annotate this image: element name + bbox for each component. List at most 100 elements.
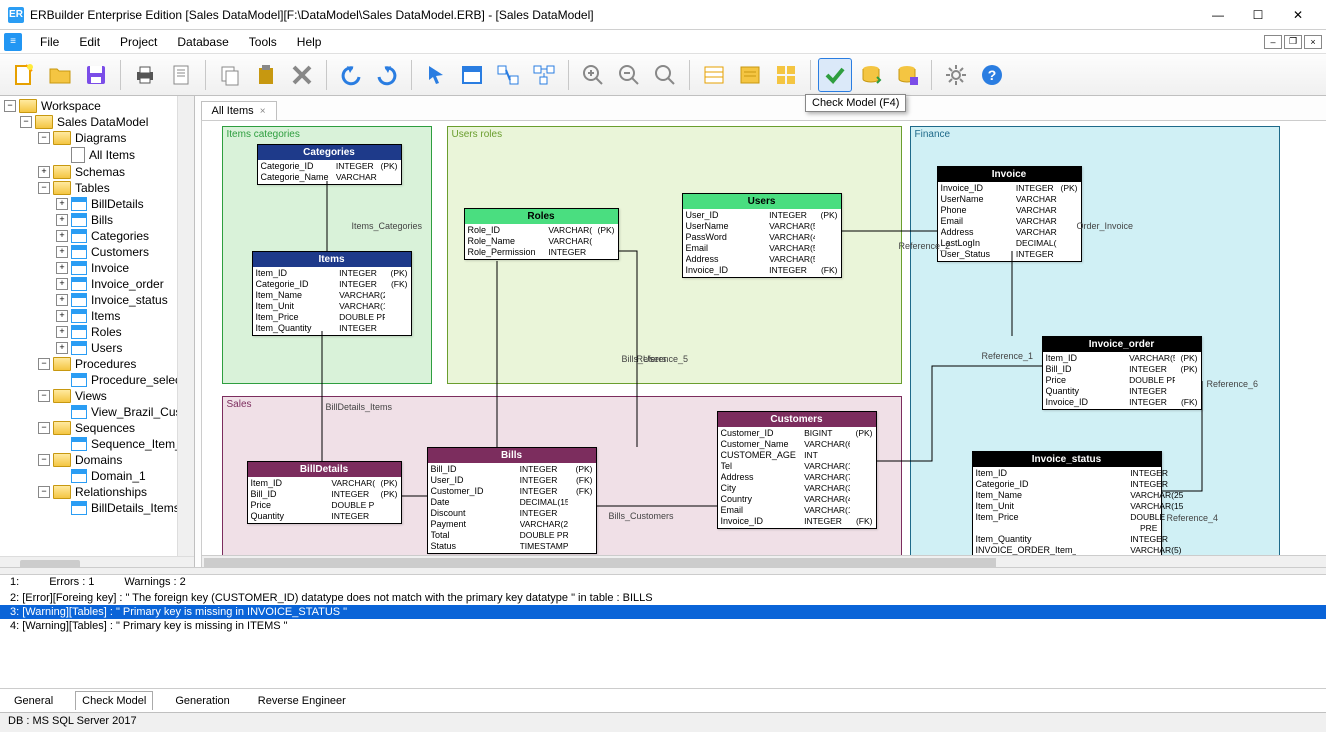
paste-button[interactable] (249, 58, 283, 92)
entity-invoice[interactable]: InvoiceInvoice_IDINTEGER(PK)UserNameVARC… (937, 166, 1082, 262)
ref-bills-customers: Bills_Customers (609, 511, 674, 521)
menu-database[interactable]: Database (167, 33, 238, 51)
new-button[interactable] (7, 58, 41, 92)
menu-edit[interactable]: Edit (69, 33, 110, 51)
mdi-close-button[interactable]: × (1304, 35, 1322, 49)
open-button[interactable] (43, 58, 77, 92)
maximize-button[interactable]: ☐ (1238, 1, 1278, 29)
pointer-button[interactable] (419, 58, 453, 92)
redo-button[interactable] (370, 58, 404, 92)
entity-billdetails[interactable]: BillDetailsItem_IDVARCHAR(5)(PK)Bill_IDI… (247, 461, 402, 524)
delete-button[interactable] (285, 58, 319, 92)
tree-table-billdetails[interactable]: +BillDetails (2, 196, 192, 212)
new-relation-button[interactable] (491, 58, 525, 92)
entity-invoice-order[interactable]: Invoice_orderItem_IDVARCHAR(5)(PK)Bill_I… (1042, 336, 1202, 410)
tree-sequences[interactable]: −Sequences (2, 420, 192, 436)
tab-reverse-engineer[interactable]: Reverse Engineer (252, 692, 352, 710)
tree-table-customers[interactable]: +Customers (2, 244, 192, 260)
tab-strip: All Items × (195, 96, 1326, 120)
tree-schemas[interactable]: +Schemas (2, 164, 192, 180)
entity-bills[interactable]: BillsBill_IDINTEGER(PK)User_IDINTEGER(FK… (427, 447, 597, 554)
minimize-button[interactable]: — (1198, 1, 1238, 29)
tree-table-bills[interactable]: +Bills (2, 212, 192, 228)
tree-scroll[interactable]: −Workspace−Sales DataModel−DiagramsAll I… (0, 96, 194, 556)
toolbar: ? Check Model (F4) (0, 54, 1326, 96)
messages-panel: 1: Errors : 1 Warnings : 2 2: [Error][Fo… (0, 572, 1326, 712)
tab-general[interactable]: General (8, 692, 59, 710)
tree-diagram-all-items[interactable]: All Items (2, 146, 192, 164)
tree-table-invoice_status[interactable]: +Invoice_status (2, 292, 192, 308)
tree-views[interactable]: −Views (2, 388, 192, 404)
tree-table-users[interactable]: +Users (2, 340, 192, 356)
message-list[interactable]: 2: [Error][Foreing key] : " The foreign … (0, 591, 1326, 688)
diagram-canvas[interactable]: Items categoriesUsers rolesSalesFinanceC… (201, 120, 1326, 556)
ref-2: Reference_2 (899, 241, 951, 251)
tree-table-categories[interactable]: +Categories (2, 228, 192, 244)
message-row[interactable]: 3: [Warning][Tables] : " Primary key is … (0, 605, 1326, 619)
tree-domains[interactable]: −Domains (2, 452, 192, 468)
zoom-fit-button[interactable] (648, 58, 682, 92)
new-link-button[interactable] (527, 58, 561, 92)
print-button[interactable] (128, 58, 162, 92)
tree-workspace[interactable]: −Workspace (2, 98, 192, 114)
settings-button[interactable] (939, 58, 973, 92)
tree-diagrams[interactable]: −Diagrams (2, 130, 192, 146)
menu-file[interactable]: File (30, 33, 69, 51)
document-button[interactable] (164, 58, 198, 92)
msg-row-num: 1: (10, 576, 19, 588)
message-row[interactable]: 2: [Error][Foreing key] : " The foreign … (0, 591, 1326, 605)
copy-button[interactable] (213, 58, 247, 92)
tree-procedures[interactable]: −Procedures (2, 356, 192, 372)
save-db-button[interactable] (890, 58, 924, 92)
ref-1: Reference_1 (982, 351, 1034, 361)
entity-roles[interactable]: RolesRole_IDVARCHAR(5)(PK)Role_NameVARCH… (464, 208, 619, 260)
svg-text:?: ? (988, 67, 997, 83)
tree-project[interactable]: −Sales DataModel (2, 114, 192, 130)
tree-relationships[interactable]: −Relationships (2, 484, 192, 500)
entity-invoice-status[interactable]: Invoice_statusItem_IDINTEGERCategorie_ID… (972, 451, 1162, 556)
entity-customers[interactable]: CustomersCustomer_IDBIGINT(PK)Customer_N… (717, 411, 877, 529)
tab-close-icon[interactable]: × (260, 106, 266, 117)
save-button[interactable] (79, 58, 113, 92)
tree-table-roles[interactable]: +Roles (2, 324, 192, 340)
tree-tables[interactable]: −Tables (2, 180, 192, 196)
close-button[interactable]: ✕ (1278, 1, 1318, 29)
tab-generation[interactable]: Generation (169, 692, 235, 710)
window-title: ERBuilder Enterprise Edition [Sales Data… (30, 8, 1198, 22)
generate-db-button[interactable] (854, 58, 888, 92)
tree-view[interactable]: View_Brazil_Custo (2, 404, 192, 420)
tooltip: Check Model (F4) (805, 94, 906, 112)
tree-table-invoice[interactable]: +Invoice (2, 260, 192, 276)
zoom-out-button[interactable] (612, 58, 646, 92)
new-table-button[interactable] (455, 58, 489, 92)
tree-procedure[interactable]: Procedure_select (2, 372, 192, 388)
list-view-button[interactable] (697, 58, 731, 92)
app-icon: ER (8, 7, 24, 23)
diagram-tab[interactable]: All Items × (201, 101, 277, 120)
menu-help[interactable]: Help (287, 33, 332, 51)
tree-sequence[interactable]: Sequence_Item_c (2, 436, 192, 452)
grid-button[interactable] (769, 58, 803, 92)
canvas-panel: All Items × Items categoriesUsers rolesS… (195, 96, 1326, 572)
tree-domain[interactable]: Domain_1 (2, 468, 192, 484)
mdi-minimize-button[interactable]: – (1264, 35, 1282, 49)
entity-categories[interactable]: CategoriesCategorie_IDINTEGER(PK)Categor… (257, 144, 402, 185)
undo-button[interactable] (334, 58, 368, 92)
tree-table-items[interactable]: +Items (2, 308, 192, 324)
entity-items[interactable]: ItemsItem_IDINTEGER(PK)Categorie_IDINTEG… (252, 251, 412, 336)
tree-table-invoice_order[interactable]: +Invoice_order (2, 276, 192, 292)
app-menu-icon: ≡ (4, 33, 22, 51)
mdi-restore-button[interactable]: ❐ (1284, 35, 1302, 49)
tree-relationship[interactable]: BillDetails_Items (2, 500, 192, 516)
notes-button[interactable] (733, 58, 767, 92)
check-model-button[interactable] (818, 58, 852, 92)
zoom-in-button[interactable] (576, 58, 610, 92)
entity-users[interactable]: UsersUser_IDINTEGER(PK)UserNameVARCHAR(5… (682, 193, 842, 278)
menu-project[interactable]: Project (110, 33, 167, 51)
tab-check-model[interactable]: Check Model (75, 691, 153, 710)
msg-warnings: Warnings : 2 (124, 576, 185, 588)
help-button[interactable]: ? (975, 58, 1009, 92)
message-row[interactable]: 4: [Warning][Tables] : " Primary key is … (0, 619, 1326, 633)
menu-tools[interactable]: Tools (239, 33, 287, 51)
ref-bills-users: Bills_Users (622, 354, 667, 364)
